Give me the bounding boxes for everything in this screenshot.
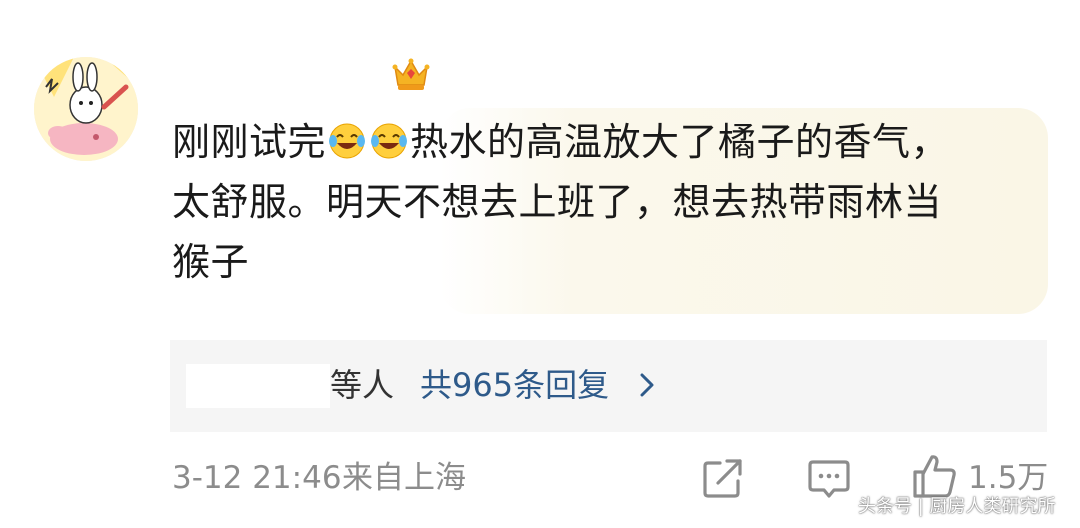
replies-users-label: 等人 [330, 366, 395, 404]
comment-timestamp: 3-12 21:46 [172, 460, 342, 496]
avatar-illustration [34, 57, 138, 161]
watermark: 头条号 | 厨房人类研究所 [858, 496, 1056, 517]
redacted-username [186, 364, 330, 408]
crown-badge-icon [392, 58, 430, 90]
comment-text-part-1: 刚刚试完 [172, 120, 327, 164]
comment-card: 刚刚试完 热水的高温放大了橘子的香气， 太舒服。明天不想去上班了，想去热带雨林当… [0, 0, 1080, 528]
replies-preview[interactable]: 等人 共965条回复 [170, 340, 1047, 432]
laughing-tears-icon [371, 123, 408, 159]
comment-line-1: 刚刚试完 热水的高温放大了橘子的香气， [172, 112, 1022, 172]
comment-text[interactable]: 刚刚试完 热水的高温放大了橘子的香气， 太舒服。明天不想去上班了，想去热带雨林当… [172, 112, 1022, 292]
share-icon[interactable] [700, 455, 746, 501]
laughing-tears-icon [329, 123, 366, 159]
comment-text-part-2: 热水的高温放大了橘子的香气， [410, 120, 950, 164]
comment-icon[interactable] [806, 457, 852, 501]
comment-line-2: 太舒服。明天不想去上班了，想去热带雨林当 [172, 180, 943, 224]
avatar[interactable] [34, 57, 138, 161]
comment-line-3: 猴子 [172, 240, 250, 284]
chevron-right-icon[interactable] [638, 372, 656, 398]
comment-location: 来自上海 [342, 460, 466, 496]
view-replies-link[interactable]: 共965条回复 [420, 362, 609, 408]
